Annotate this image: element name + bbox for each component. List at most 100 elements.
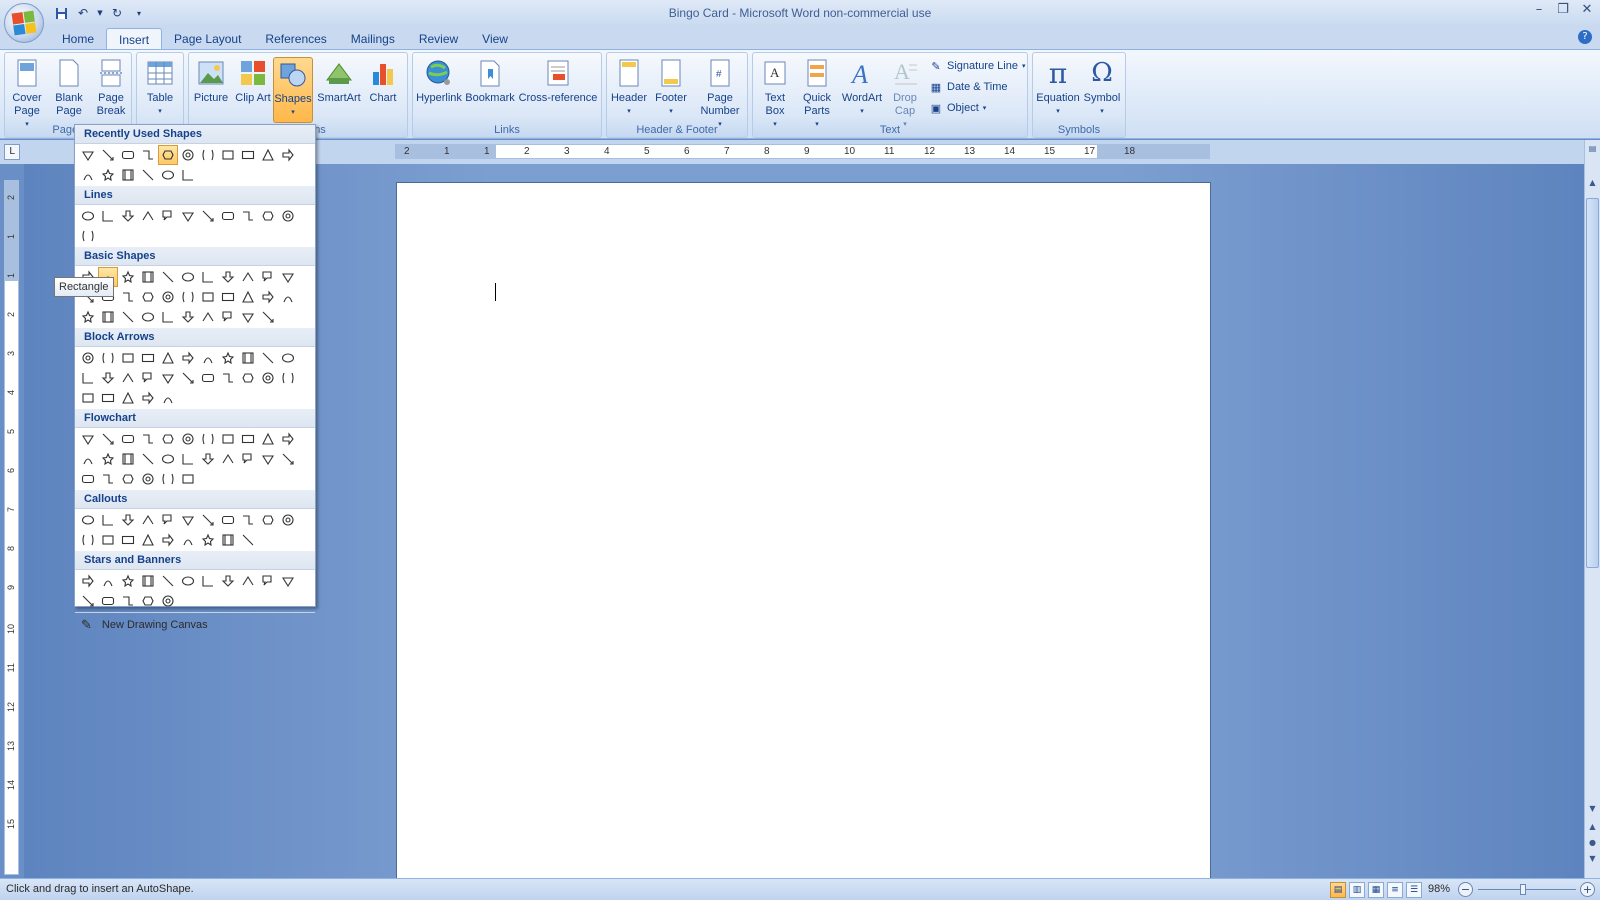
zoom-slider-track[interactable] — [1478, 889, 1576, 890]
shape-icon[interactable] — [218, 307, 238, 327]
shape-icon[interactable] — [138, 571, 158, 591]
new-drawing-canvas-item[interactable]: ✎ New Drawing Canvas — [75, 612, 315, 636]
shape-icon[interactable] — [138, 145, 158, 165]
shape-icon[interactable] — [78, 206, 98, 226]
shape-icon[interactable] — [218, 287, 238, 307]
shape-icon[interactable] — [178, 530, 198, 550]
shape-icon[interactable] — [78, 368, 98, 388]
blank-page-button[interactable]: Blank Page — [49, 57, 89, 123]
shape-icon[interactable] — [78, 165, 98, 185]
browse-object-icon[interactable]: ● — [1586, 836, 1599, 849]
shape-icon[interactable] — [98, 165, 118, 185]
hyperlink-button[interactable]: Hyperlink — [415, 57, 463, 123]
shape-icon[interactable] — [98, 571, 118, 591]
shape-icon[interactable] — [238, 145, 258, 165]
shape-icon[interactable] — [198, 145, 218, 165]
text-box-button[interactable]: A Text Box ▾ — [755, 57, 795, 128]
shape-icon[interactable] — [198, 267, 218, 287]
shape-icon[interactable] — [198, 571, 218, 591]
shape-icon[interactable] — [218, 267, 238, 287]
shape-icon[interactable] — [278, 571, 298, 591]
shape-icon[interactable] — [98, 368, 118, 388]
shape-icon[interactable] — [118, 165, 138, 185]
tab-insert[interactable]: Insert — [106, 28, 163, 50]
shape-icon[interactable] — [198, 449, 218, 469]
zoom-out-icon[interactable]: − — [1458, 882, 1473, 897]
header-button[interactable]: Header ▾ — [609, 57, 649, 123]
shape-icon[interactable] — [158, 571, 178, 591]
shape-icon[interactable] — [178, 429, 198, 449]
shape-icon[interactable] — [178, 571, 198, 591]
shape-icon[interactable] — [78, 571, 98, 591]
shape-icon[interactable] — [178, 348, 198, 368]
picture-button[interactable]: Picture — [191, 57, 231, 123]
shape-icon[interactable] — [258, 571, 278, 591]
clip-art-button[interactable]: Clip Art — [233, 57, 273, 123]
shape-icon[interactable] — [138, 307, 158, 327]
tab-references[interactable]: References — [253, 28, 338, 50]
help-icon[interactable]: ? — [1578, 30, 1592, 44]
close-icon[interactable]: ✕ — [1580, 2, 1594, 18]
shape-icon[interactable] — [158, 388, 178, 408]
shape-icon[interactable] — [258, 449, 278, 469]
shape-icon[interactable] — [78, 591, 98, 611]
tab-page-layout[interactable]: Page Layout — [162, 28, 253, 50]
tab-mailings[interactable]: Mailings — [339, 28, 407, 50]
shape-icon[interactable] — [198, 206, 218, 226]
shape-icon[interactable] — [258, 368, 278, 388]
shape-icon[interactable] — [178, 206, 198, 226]
shape-icon[interactable] — [118, 307, 138, 327]
shape-icon[interactable] — [78, 307, 98, 327]
shape-icon[interactable] — [118, 429, 138, 449]
shape-icon[interactable] — [258, 429, 278, 449]
tab-home[interactable]: Home — [50, 28, 106, 50]
page-number-button[interactable]: # Page Number ▾ — [695, 57, 745, 128]
shape-icon[interactable] — [238, 206, 258, 226]
shape-icon[interactable] — [78, 388, 98, 408]
cover-page-button[interactable]: Cover Page ▾ — [7, 57, 47, 128]
shape-icon[interactable] — [178, 287, 198, 307]
shape-icon[interactable] — [138, 165, 158, 185]
wordart-button[interactable]: A WordArt ▾ — [839, 57, 885, 123]
zoom-level[interactable]: 98% — [1428, 883, 1450, 895]
shape-icon[interactable] — [118, 571, 138, 591]
shape-icon[interactable] — [78, 449, 98, 469]
shape-icon[interactable] — [98, 388, 118, 408]
shape-icon[interactable] — [138, 469, 158, 489]
shape-icon[interactable] — [98, 429, 118, 449]
shape-icon[interactable] — [158, 145, 178, 165]
quick-parts-button[interactable]: Quick Parts ▾ — [797, 57, 837, 128]
shape-icon[interactable] — [178, 449, 198, 469]
vertical-ruler[interactable]: 2 1 1 2 3 4 5 6 7 8 9 10 11 12 13 14 15 — [4, 180, 19, 875]
shape-icon[interactable] — [78, 530, 98, 550]
shape-icon[interactable] — [218, 368, 238, 388]
shape-icon[interactable] — [258, 267, 278, 287]
shape-icon[interactable] — [278, 206, 298, 226]
date-time-button[interactable]: ▦ Date & Time — [929, 78, 1008, 96]
shape-icon[interactable] — [118, 267, 138, 287]
zoom-slider-thumb[interactable] — [1520, 884, 1526, 895]
shape-icon[interactable] — [138, 206, 158, 226]
document-page[interactable] — [396, 182, 1211, 882]
shape-icon[interactable] — [158, 165, 178, 185]
chart-button[interactable]: Chart — [363, 57, 403, 123]
shape-icon[interactable] — [158, 530, 178, 550]
shape-icon[interactable] — [118, 145, 138, 165]
shape-icon[interactable] — [138, 510, 158, 530]
shape-icon[interactable] — [158, 206, 178, 226]
shape-icon[interactable] — [278, 368, 298, 388]
shape-icon[interactable] — [138, 388, 158, 408]
shape-icon[interactable] — [238, 267, 258, 287]
table-button[interactable]: Table ▾ — [140, 57, 180, 123]
shape-icon[interactable] — [218, 429, 238, 449]
shape-icon[interactable] — [278, 145, 298, 165]
shape-icon[interactable] — [98, 591, 118, 611]
shape-icon[interactable] — [118, 449, 138, 469]
shape-icon[interactable] — [258, 348, 278, 368]
shape-icon[interactable] — [238, 429, 258, 449]
full-screen-reading-icon[interactable]: ▥ — [1349, 882, 1365, 898]
shape-icon[interactable] — [198, 429, 218, 449]
shape-icon[interactable] — [258, 307, 278, 327]
shape-icon[interactable] — [98, 530, 118, 550]
shape-icon[interactable] — [118, 388, 138, 408]
